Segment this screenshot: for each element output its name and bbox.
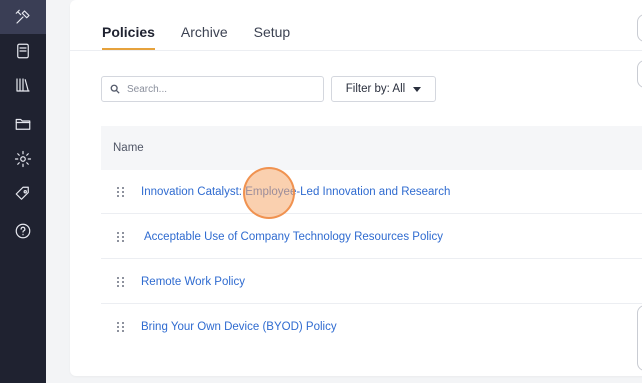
table-header: Name xyxy=(101,126,642,170)
sidebar-item-documents[interactable] xyxy=(0,34,46,68)
search-input[interactable] xyxy=(125,82,319,96)
tag-icon xyxy=(15,186,29,200)
filter-label: Filter by: All xyxy=(345,83,406,95)
policy-link[interactable]: Innovation Catalyst: Employee-Led Innova… xyxy=(141,186,450,198)
policy-link[interactable]: Remote Work Policy xyxy=(141,276,245,288)
tab-setup[interactable]: Setup xyxy=(254,24,291,50)
sidebar-item-tools[interactable] xyxy=(0,0,46,34)
table-row: Bring Your Own Device (BYOD) Policy xyxy=(101,305,642,349)
sidebar-item-settings[interactable] xyxy=(0,142,46,176)
column-header-name[interactable]: Name xyxy=(113,142,144,154)
edge-control[interactable] xyxy=(637,305,642,371)
help-icon xyxy=(15,223,31,239)
search-icon xyxy=(110,84,120,94)
policy-link[interactable]: Bring Your Own Device (BYOD) Policy xyxy=(141,321,337,333)
tabs-divider xyxy=(70,50,642,51)
filter-dropdown[interactable]: Filter by: All xyxy=(331,76,436,102)
table-row: Innovation Catalyst: Employee-Led Innova… xyxy=(101,170,642,214)
click-indicator xyxy=(243,167,295,219)
table-row: Acceptable Use of Company Technology Res… xyxy=(101,215,642,259)
sidebar-item-tags[interactable] xyxy=(0,177,46,211)
drag-handle-icon[interactable] xyxy=(117,276,129,287)
document-icon xyxy=(17,43,29,59)
drag-handle-icon[interactable] xyxy=(117,231,129,242)
table-row: Remote Work Policy xyxy=(101,260,642,304)
edge-control[interactable] xyxy=(637,14,642,42)
sidebar-item-library[interactable] xyxy=(0,68,46,102)
tools-icon xyxy=(15,9,30,24)
search-box[interactable] xyxy=(101,76,324,102)
tab-archive[interactable]: Archive xyxy=(181,24,228,50)
policies-panel: Policies Archive Setup Filter by: All Na… xyxy=(70,0,642,376)
drag-handle-icon[interactable] xyxy=(117,186,129,197)
folder-icon xyxy=(15,118,31,130)
caret-down-icon xyxy=(413,86,422,92)
drag-handle-icon[interactable] xyxy=(117,322,129,332)
tab-bar: Policies Archive Setup xyxy=(102,24,290,50)
sidebar-item-help[interactable] xyxy=(0,214,46,248)
library-icon xyxy=(16,78,30,92)
gear-icon xyxy=(14,150,32,168)
policy-link[interactable]: Acceptable Use of Company Technology Res… xyxy=(144,231,443,243)
tab-policies[interactable]: Policies xyxy=(102,24,155,50)
sidebar xyxy=(0,0,46,383)
edge-control[interactable] xyxy=(637,60,642,88)
sidebar-item-folders[interactable] xyxy=(0,107,46,141)
